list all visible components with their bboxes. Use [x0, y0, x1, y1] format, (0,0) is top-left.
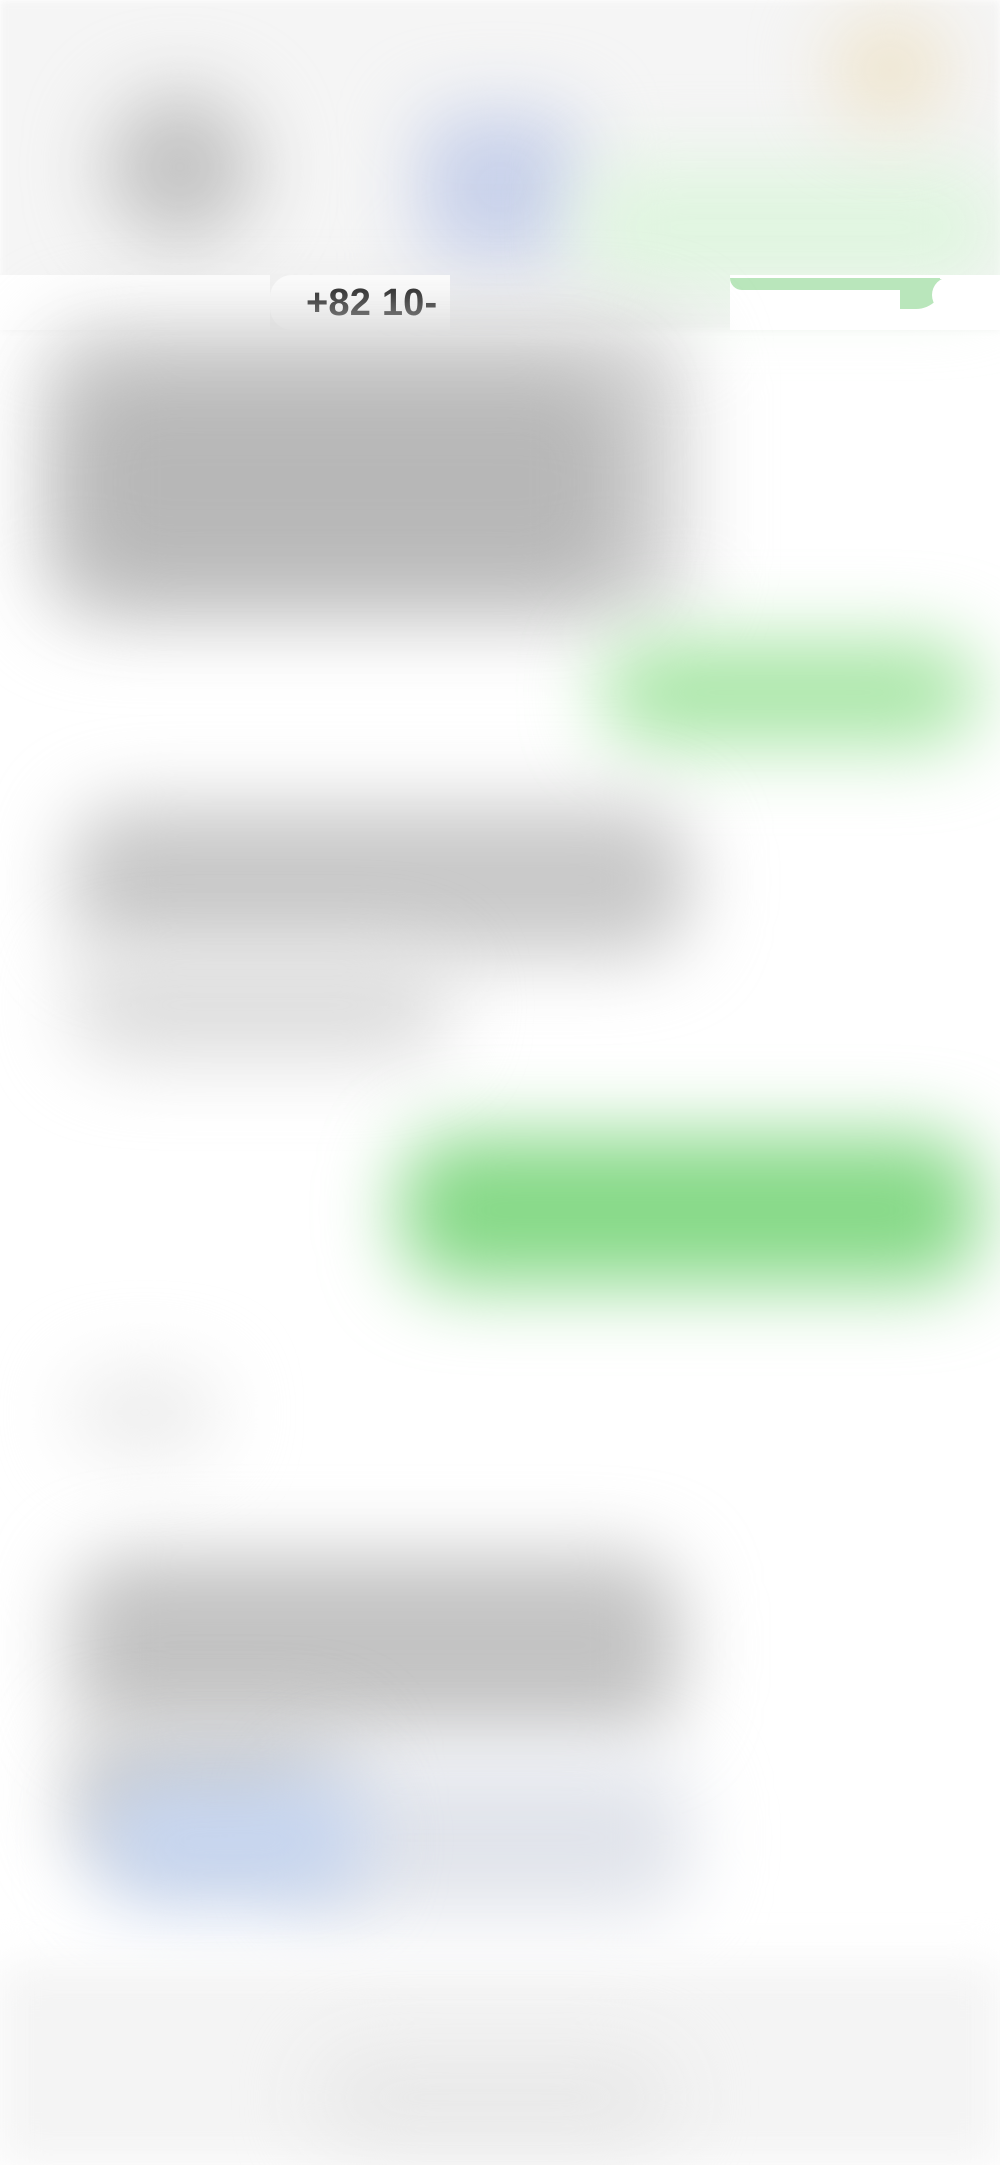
blurred-header-green-area [580, 165, 1000, 290]
messages-screen: +82 10- [0, 0, 1000, 2165]
blurred-incoming-message[interactable] [70, 1555, 680, 1735]
blurred-outgoing-message[interactable] [600, 640, 980, 745]
bubble-tail-knob [932, 277, 968, 313]
blurred-input-field[interactable] [315, 2050, 675, 2145]
blurred-outgoing-message[interactable] [400, 1135, 980, 1285]
blurred-header-accent [830, 15, 950, 125]
blurred-incoming-message[interactable] [70, 375, 620, 590]
avatar [105, 92, 255, 242]
blurred-timestamp [70, 1370, 220, 1455]
blurred-incoming-message-line [70, 950, 450, 1060]
blurred-incoming-message[interactable] [70, 805, 690, 955]
blurred-header-badge [420, 112, 580, 262]
blurred-link-preview-image [95, 1775, 365, 1905]
